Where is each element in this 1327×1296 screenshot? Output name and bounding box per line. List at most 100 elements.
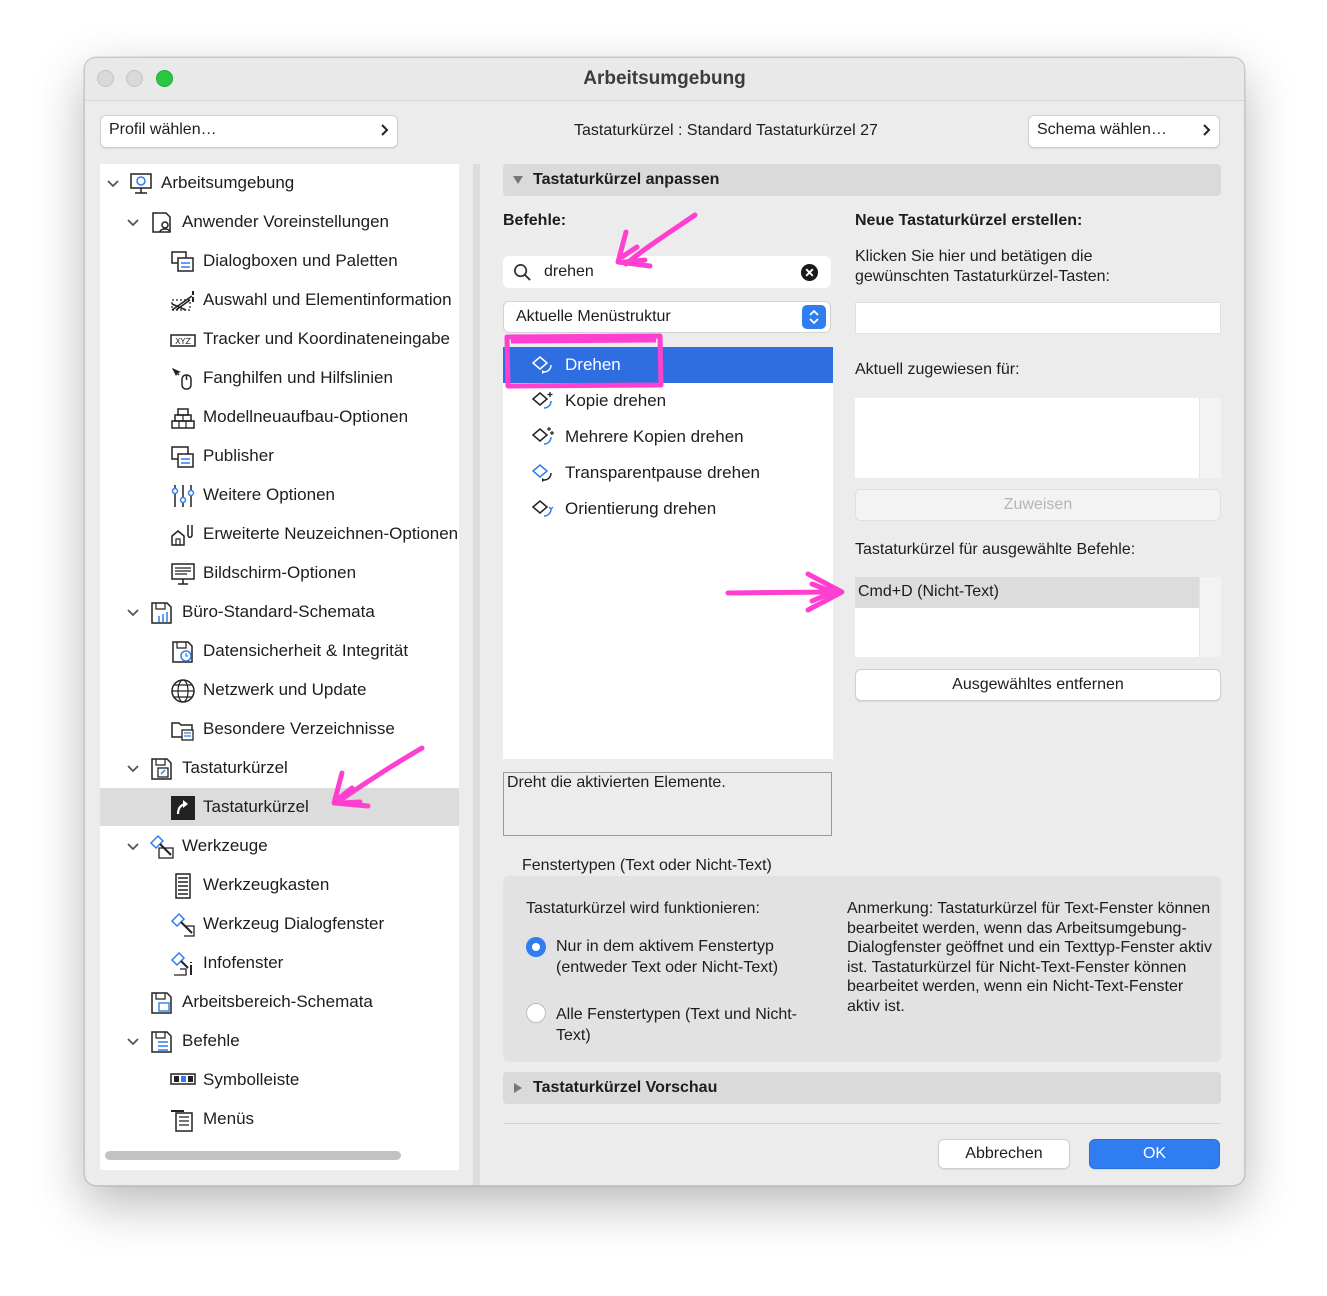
footer-separator	[503, 1123, 1221, 1124]
section-title: Tastaturkürzel anpassen	[533, 171, 720, 188]
tree-item-arbeitsumgebung[interactable]: Arbeitsumgebung	[100, 164, 459, 202]
pane-splitter[interactable]	[473, 164, 480, 1185]
tree-item-besondere-verzeichnisse[interactable]: Besondere Verzeichnisse	[100, 710, 459, 748]
tree-item-label: Dialogboxen und Paletten	[203, 251, 398, 270]
chevron-down-icon[interactable]	[126, 839, 140, 853]
section-title: Tastaturkürzel Vorschau	[533, 1079, 718, 1096]
tree-item-publisher[interactable]: Publisher	[100, 437, 459, 475]
tree-item-tracker[interactable]: XYZ Tracker und Koordinateneingabe	[100, 320, 459, 358]
command-item-transparentpause[interactable]: Transparentpause drehen	[503, 455, 833, 491]
assigned-commands-list[interactable]	[855, 398, 1199, 478]
command-item-orientierung[interactable]: Orientierung drehen	[503, 491, 833, 527]
tree-item-auswahl[interactable]: Auswahl und Elementinformation	[100, 281, 459, 319]
model-rebuild-icon	[171, 408, 195, 429]
tree-item-werkzeuge[interactable]: Werkzeuge	[100, 827, 459, 865]
tree-item-datensicherheit[interactable]: Datensicherheit & Integrität	[100, 632, 459, 670]
new-shortcut-title: Neue Tastaturkürzel erstellen:	[855, 212, 1083, 229]
tree-item-werkzeugkasten[interactable]: Werkzeugkasten	[100, 866, 459, 904]
select-stepper-icon	[802, 305, 826, 329]
chevron-down-icon[interactable]	[126, 215, 140, 229]
menu-structure-select[interactable]: Aktuelle Menüstruktur	[503, 301, 831, 333]
tree-item-weitere-optionen[interactable]: Weitere Optionen	[100, 476, 459, 514]
tree-item-label: Fanghilfen und Hilfslinien	[203, 368, 393, 387]
tree-item-symbolleiste[interactable]: Symbolleiste	[100, 1061, 459, 1099]
command-item-kopie-drehen[interactable]: Kopie drehen	[503, 383, 833, 419]
profile-select-button[interactable]: Profil wählen…	[100, 115, 398, 148]
customize-section-header[interactable]: Tastaturkürzel anpassen	[503, 164, 1221, 196]
tree-item-bildschirm[interactable]: Bildschirm-Optionen	[100, 554, 459, 592]
rotate-icon	[531, 356, 552, 374]
schema-select-button[interactable]: Schema wählen…	[1028, 115, 1220, 148]
radio-all-window-types-label[interactable]: Alle Fenstertypen (Text und Nicht-Text)	[556, 1004, 831, 1046]
disclosure-down-icon[interactable]	[512, 174, 524, 186]
tree-item-infofenster[interactable]: Infofenster	[100, 944, 459, 982]
tree-item-menues[interactable]: Menüs	[100, 1100, 459, 1138]
tree-item-arbeitsbereich-schemata[interactable]: Arbeitsbereich-Schemata	[100, 983, 459, 1021]
selected-list-scrollbar[interactable]	[1199, 577, 1221, 657]
sliders-icon	[171, 485, 195, 507]
search-icon	[514, 264, 531, 281]
tree-item-fanghilfen[interactable]: Fanghilfen und Hilfslinien	[100, 359, 459, 397]
preview-section-header[interactable]: Tastaturkürzel Vorschau	[503, 1072, 1221, 1104]
assigned-label: Aktuell zugewiesen für:	[855, 361, 1020, 378]
tree-item-dialogboxen[interactable]: Dialogboxen und Paletten	[100, 242, 459, 280]
chevron-down-icon[interactable]	[126, 761, 140, 775]
tree-item-tastaturkuerzel[interactable]: Tastaturkürzel	[100, 788, 459, 826]
radio-all-window-types[interactable]	[526, 1003, 546, 1023]
command-item-mehrere-kopien[interactable]: Mehrere Kopien drehen	[503, 419, 833, 455]
tree-item-netzwerk[interactable]: Netzwerk und Update	[100, 671, 459, 709]
tree-item-label: Menüs	[203, 1109, 255, 1128]
ok-button[interactable]: OK	[1089, 1139, 1220, 1169]
cancel-button[interactable]: Abbrechen	[938, 1139, 1070, 1169]
tree-item-label: Bildschirm-Optionen	[203, 563, 357, 582]
tree-item-label: Büro-Standard-Schemata	[182, 602, 375, 621]
settings-tree[interactable]: Arbeitsumgebung Anwender Voreinstellunge…	[100, 164, 459, 1170]
tree-item-label: Anwender Voreinstellungen	[182, 212, 389, 231]
cancel-button-label: Abbrechen	[965, 1145, 1043, 1162]
selection-info-icon	[171, 291, 194, 311]
chevron-down-icon[interactable]	[106, 176, 120, 190]
new-shortcut-hint: Klicken Sie hier und betätigen die gewün…	[855, 248, 1110, 285]
tree-item-label: Modellneuaufbau-Optionen	[203, 407, 409, 426]
tree-item-label: Tracker und Koordinateneingabe	[203, 329, 450, 348]
remove-selected-button[interactable]: Ausgewähltes entfernen	[855, 669, 1221, 701]
search-input-value[interactable]: drehen	[544, 263, 594, 281]
tree-item-tastaturkuerzel-group[interactable]: Tastaturkürzel	[100, 749, 459, 787]
radio-active-window-type-label[interactable]: Nur in dem aktivem Fenstertyp (entweder …	[556, 936, 824, 978]
tree-item-label: Symbolleiste	[203, 1070, 300, 1089]
tree-item-anwender-voreinstellungen[interactable]: Anwender Voreinstellungen	[100, 203, 459, 241]
remove-button-label: Ausgewähltes entfernen	[952, 676, 1124, 693]
profile-button-label: Profil wählen…	[109, 121, 217, 138]
tree-item-label: Arbeitsumgebung	[161, 173, 295, 192]
selected-shortcuts-list[interactable]: Cmd+D (Nicht-Text)	[855, 577, 1199, 657]
disclosure-right-icon[interactable]	[512, 1082, 524, 1094]
assigned-list-scrollbar[interactable]	[1199, 398, 1221, 478]
clear-search-icon[interactable]	[800, 263, 819, 282]
tree-item-werkzeug-dialogfenster[interactable]: Werkzeug Dialogfenster	[100, 905, 459, 943]
shortcut-list-item[interactable]: Cmd+D (Nicht-Text)	[855, 577, 1199, 608]
commands-list[interactable]: Drehen Kopie drehen Mehrere Kopien drehe…	[503, 347, 833, 759]
tree-item-modellneuaufbau[interactable]: Modellneuaufbau-Optionen	[100, 398, 459, 436]
tree-item-erweiterte-neuzeichnen[interactable]: Erweiterte Neuzeichnen-Optionen	[100, 515, 459, 553]
window-title: Arbeitsumgebung	[583, 68, 746, 89]
tree-item-befehle[interactable]: Befehle	[100, 1022, 459, 1060]
chevron-down-icon[interactable]	[126, 605, 140, 619]
chevron-down-icon[interactable]	[126, 1034, 140, 1048]
shortcut-capture-field[interactable]	[855, 302, 1221, 334]
command-description-box: Dreht die aktivierten Elemente.	[503, 772, 832, 836]
command-search-field[interactable]: drehen	[503, 256, 831, 288]
command-description: Dreht die aktivierten Elemente.	[507, 774, 726, 791]
folder-icon	[171, 722, 194, 741]
workspace-icon	[130, 173, 152, 194]
sidebar-horizontal-scrollbar[interactable]	[105, 1151, 401, 1160]
tree-item-label: Auswahl und Elementinformation	[203, 290, 452, 309]
chevron-right-icon	[1203, 124, 1211, 136]
command-item-drehen[interactable]: Drehen	[503, 347, 833, 383]
office-schema-icon	[151, 602, 172, 624]
assign-button-label: Zuweisen	[1003, 496, 1073, 513]
tree-item-buero-standard[interactable]: Büro-Standard-Schemata	[100, 593, 459, 631]
assign-button[interactable]: Zuweisen	[855, 489, 1221, 521]
tree-item-label: Werkzeugkasten	[203, 875, 330, 894]
radio-active-window-type[interactable]	[526, 937, 546, 957]
rotate-orientation-icon	[531, 500, 554, 517]
